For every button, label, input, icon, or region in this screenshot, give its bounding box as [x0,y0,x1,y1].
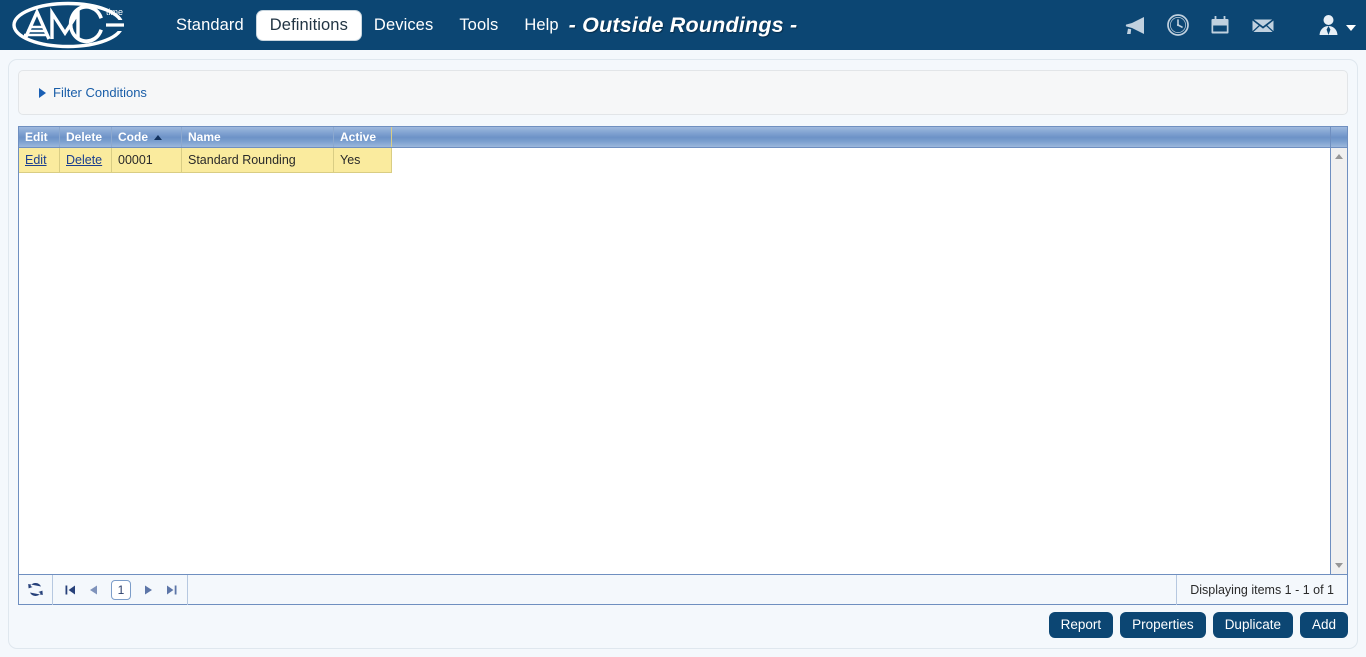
clock-icon[interactable] [1166,13,1190,37]
cell-active: Yes [334,148,392,173]
grid-footer: 1 Displaying items 1 - 1 of 1 [19,574,1347,604]
cell-code: 00001 [112,148,182,173]
user-avatar-icon [1316,13,1341,38]
last-page-icon [166,584,177,596]
column-header-name-label: Name [188,127,221,147]
menu-item-devices[interactable]: Devices [361,11,446,40]
header-icon-bar [1122,0,1356,50]
scroll-up-button[interactable] [1331,148,1347,165]
mail-icon[interactable] [1250,13,1276,37]
cell-delete: Delete [60,148,112,173]
next-page-icon [144,584,153,596]
display-status: Displaying items 1 - 1 of 1 [1176,575,1347,605]
column-header-filler [392,127,1330,147]
row-delete-link[interactable]: Delete [66,153,102,167]
column-header-edit-label: Edit [25,127,48,147]
refresh-icon [27,581,44,598]
report-button[interactable]: Report [1049,612,1114,639]
cell-edit: Edit [19,148,60,173]
next-page-button[interactable] [144,584,153,596]
column-header-code-label: Code [118,127,148,147]
duplicate-button[interactable]: Duplicate [1213,612,1293,639]
pager: 1 [53,575,188,605]
content-panel: Filter Conditions Edit Delete Code Name … [8,59,1358,649]
last-page-button[interactable] [166,584,177,596]
menu-item-definitions[interactable]: Definitions [257,11,361,40]
column-header-name[interactable]: Name [182,127,334,147]
column-header-active[interactable]: Active [334,127,392,147]
menu-item-help[interactable]: Help [511,11,571,40]
scroll-down-arrow-icon [1335,563,1343,568]
scroll-down-button[interactable] [1331,557,1347,574]
calendar-icon[interactable] [1208,13,1232,37]
properties-button[interactable]: Properties [1120,612,1206,639]
menu-item-standard[interactable]: Standard [163,11,257,40]
sort-ascending-icon [154,135,162,140]
previous-page-button[interactable] [89,584,98,596]
previous-page-icon [89,584,98,596]
page-number-1[interactable]: 1 [111,580,131,600]
amg-time-logo[interactable]: time [0,0,145,50]
page-body: Filter Conditions Edit Delete Code Name … [0,50,1366,657]
filter-conditions-toggle[interactable]: Filter Conditions [39,85,147,100]
data-grid: Edit Delete Code Name Active Edit Delete… [18,126,1348,605]
chevron-down-icon [1346,25,1356,31]
refresh-button[interactable] [19,575,53,605]
first-page-icon [65,584,76,596]
filter-conditions-label: Filter Conditions [53,85,147,100]
first-page-button[interactable] [65,584,76,596]
logo-sub-text: time [106,7,123,17]
action-button-bar: Report Properties Duplicate Add [1049,612,1348,639]
grid-vertical-scrollbar[interactable] [1330,148,1347,574]
menu-item-tools[interactable]: Tools [446,11,511,40]
triangle-right-icon [39,88,46,98]
filter-conditions-panel: Filter Conditions [18,70,1348,115]
add-button[interactable]: Add [1300,612,1348,639]
scroll-up-arrow-icon [1335,154,1343,159]
cell-name: Standard Rounding [182,148,334,173]
megaphone-icon[interactable] [1122,13,1148,37]
column-header-active-label: Active [340,127,376,147]
amg-time-logo-icon: time [2,1,142,49]
column-header-code[interactable]: Code [112,127,182,147]
column-header-delete-label: Delete [66,127,102,147]
column-header-delete[interactable]: Delete [60,127,112,147]
table-row[interactable]: Edit Delete 00001 Standard Rounding Yes [19,148,1347,173]
grid-header-row: Edit Delete Code Name Active [19,127,1347,148]
column-header-edit[interactable]: Edit [19,127,60,147]
footer-spacer [188,575,1176,605]
scrollbar-corner [1330,127,1347,147]
main-menu: Standard Definitions Devices Tools Help [163,11,572,40]
top-navigation-bar: time Standard Definitions Devices Tools … [0,0,1366,50]
row-edit-link[interactable]: Edit [25,153,47,167]
grid-body: Edit Delete 00001 Standard Rounding Yes [19,148,1347,574]
user-menu[interactable] [1316,13,1356,38]
